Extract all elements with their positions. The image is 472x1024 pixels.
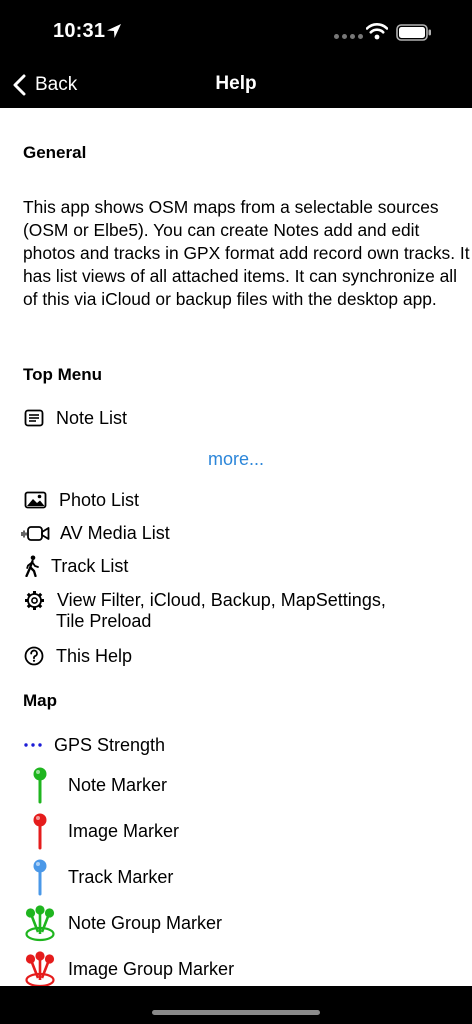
video-camera-icon	[20, 524, 50, 543]
general-description: This app shows OSM maps from a selectabl…	[23, 197, 470, 309]
help-item-note-list: Note List	[23, 406, 127, 430]
note-group-marker-icon	[24, 904, 56, 942]
help-item-track-marker: Track Marker	[30, 857, 173, 897]
help-item-av-media-list: AV Media List	[20, 521, 170, 545]
help-content[interactable]: General This app shows OSM maps from a s…	[0, 108, 472, 986]
section-title-top-menu: Top Menu	[23, 365, 102, 384]
image-group-marker-label: Image Group Marker	[68, 958, 235, 979]
section-title-map: Map	[23, 691, 57, 710]
walking-person-icon	[23, 555, 41, 577]
gps-strength-label: GPS Strength	[54, 734, 166, 755]
note-list-label: Note List	[56, 407, 128, 428]
settings-label-line1: View Filter, iCloud, Backup, MapSettings…	[57, 589, 386, 610]
note-marker-pin-icon	[30, 766, 50, 804]
track-marker-label: Track Marker	[68, 866, 174, 887]
image-marker-label: Image Marker	[68, 820, 180, 841]
help-item-image-marker: Image Marker	[30, 811, 179, 851]
status-time: 10:31	[53, 20, 106, 42]
help-item-note-marker: Note Marker	[30, 765, 167, 805]
track-list-label: Track List	[51, 555, 129, 576]
this-help-label: This Help	[56, 645, 133, 666]
help-item-note-group-marker: Note Group Marker	[24, 903, 222, 943]
wifi-icon	[366, 23, 388, 40]
cellular-signal-icon	[334, 34, 363, 39]
help-item-image-group-marker: Image Group Marker	[24, 949, 234, 986]
help-item-track-list: Track List	[23, 554, 128, 578]
track-marker-pin-icon	[30, 858, 50, 896]
help-item-gps-strength: GPS Strength	[23, 733, 165, 757]
note-group-marker-label: Note Group Marker	[68, 912, 223, 933]
home-indicator[interactable]	[152, 1010, 320, 1015]
question-mark-icon	[23, 646, 45, 666]
note-marker-label: Note Marker	[68, 774, 168, 795]
battery-icon	[396, 24, 431, 41]
help-item-settings: View Filter, iCloud, Backup, MapSettings…	[23, 588, 386, 612]
section-title-general: General	[23, 143, 87, 162]
help-item-photo-list: Photo List	[23, 488, 139, 512]
image-group-marker-icon	[24, 950, 56, 986]
gps-strength-dots-icon	[23, 742, 43, 748]
bottom-safe-area	[0, 986, 472, 1024]
help-item-this-help: This Help	[23, 644, 132, 668]
photo-list-label: Photo List	[59, 489, 140, 510]
more-link[interactable]: more...	[0, 449, 472, 470]
settings-label-line2: Tile Preload	[56, 611, 152, 631]
image-marker-pin-icon	[30, 812, 50, 850]
gear-icon	[23, 590, 45, 611]
av-media-list-label: AV Media List	[60, 522, 170, 543]
location-arrow-icon	[107, 24, 121, 38]
note-list-icon	[23, 409, 45, 427]
status-bar: 10:31	[0, 0, 472, 62]
page-title: Help	[215, 73, 257, 94]
navigation-bar: Back Help	[0, 62, 472, 108]
photo-icon	[23, 491, 47, 509]
